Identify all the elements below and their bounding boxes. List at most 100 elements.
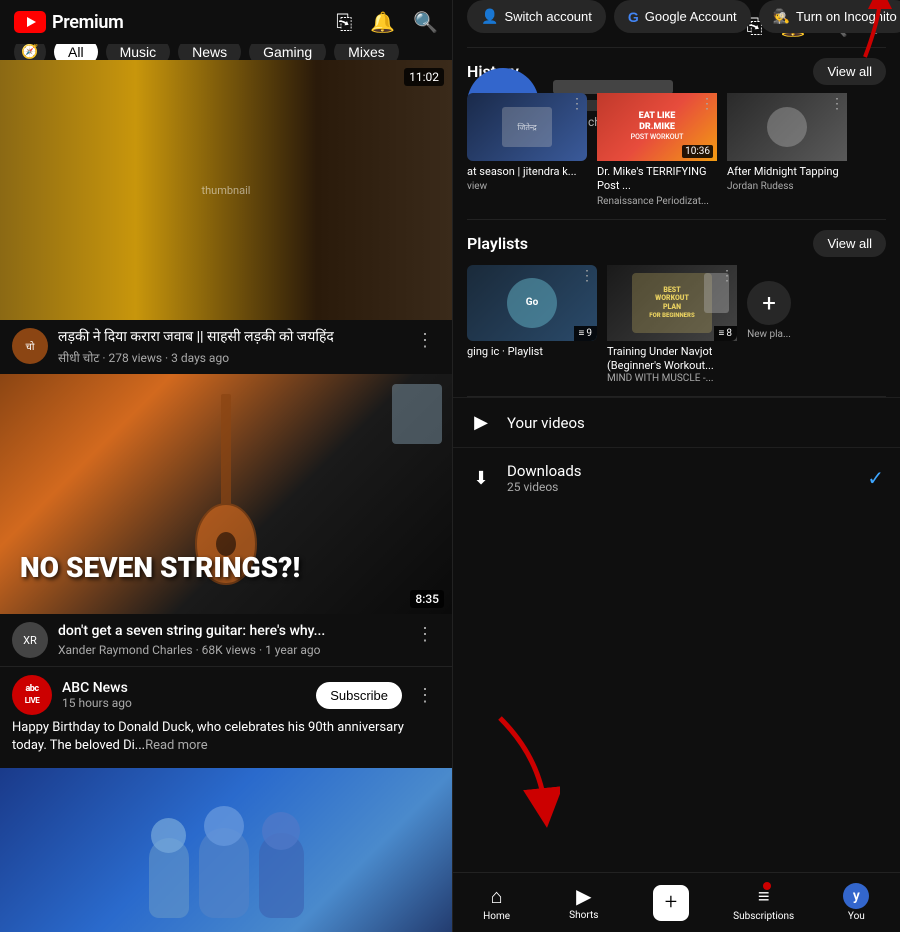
video-item-1: thumbnail 11:02 चो लड़की ने दिया करारा ज…: [0, 60, 452, 374]
history-row: जितेन्द्र at season | jitendra k... view…: [453, 93, 900, 219]
playlists-row: Go ≡9 ging ic · Playlist ⋮ BESTWORKOUTPL…: [453, 265, 900, 397]
history-thumb-2: EAT LIKEDr.MikePoST WORKOUT 10:36: [597, 93, 717, 161]
add-playlist-button[interactable]: +: [747, 281, 791, 325]
profile-name-bar: [553, 80, 673, 94]
google-icon: G: [628, 9, 639, 25]
history-more-2[interactable]: ⋮: [700, 96, 714, 112]
nav-shorts-right[interactable]: ▶ Shorts: [559, 884, 609, 921]
new-playlist-label: New pla...: [747, 329, 791, 340]
add-button-right[interactable]: +: [653, 885, 689, 921]
guitar-text-overlay: NO SEVEN STRINGS?!: [20, 553, 300, 584]
disney-thumb: [0, 768, 452, 932]
news-more[interactable]: ⋮: [410, 683, 440, 708]
your-videos-icon: ▶: [469, 412, 493, 433]
history-thumb-1: जितेन्द्र: [467, 93, 587, 161]
video2-title: don't get a seven string guitar: here's …: [58, 622, 400, 640]
video2-meta: Xander Raymond Charles · 68K views · 1 y…: [58, 643, 400, 657]
right-panel: ⎘ 🔔 🔍 ⚙ y · View channel >: [452, 0, 900, 932]
donald-duck-thumbnail[interactable]: [0, 768, 452, 932]
playlist1-more[interactable]: ⋮: [580, 268, 594, 284]
abc-news-avatar: abc LIVE: [12, 675, 52, 715]
your-videos-label: Your videos: [507, 414, 585, 432]
playlist2-sub: MIND WITH MUSCLE -...: [607, 373, 737, 384]
nav-subs-label-right: Subscriptions: [733, 911, 794, 922]
playlists-title: Playlists: [467, 234, 528, 253]
guitar-thumb: NO SEVEN STRINGS?! 8:35: [0, 374, 452, 614]
news-channel-info: abc LIVE ABC News 15 hours ago: [12, 675, 132, 715]
donald-duck-video: [0, 768, 452, 932]
playlist2-more[interactable]: ⋮: [720, 268, 734, 284]
playlist-item-2[interactable]: BESTWORKOUTPLANFOR BEGINNERS ≡8 Training…: [607, 265, 737, 385]
history-title-1: at season | jitendra k...: [467, 165, 587, 179]
history-sub-1: view: [467, 181, 587, 192]
news-channel-row: abc LIVE ABC News 15 hours ago Subscribe…: [12, 675, 440, 715]
downloads-icon: ⬇: [469, 468, 493, 489]
playlist-thumb-2: BESTWORKOUTPLANFOR BEGINNERS ≡8: [607, 265, 737, 341]
subscribe-button[interactable]: Subscribe: [316, 682, 402, 709]
live-badge: LIVE: [22, 695, 42, 706]
downloads-sub: 25 videos: [507, 480, 582, 494]
news-section: abc LIVE ABC News 15 hours ago Subscribe…: [0, 666, 452, 767]
explore-chip-icon[interactable]: 🧭: [14, 44, 46, 60]
history-more-3[interactable]: ⋮: [830, 96, 844, 112]
downloads-text: Downloads 25 videos: [507, 462, 582, 494]
read-more[interactable]: Read more: [145, 738, 208, 753]
home-icon-right: ⌂: [491, 884, 503, 909]
video2-duration: 8:35: [410, 590, 444, 608]
video2-text: don't get a seven string guitar: here's …: [58, 622, 400, 657]
switch-account-button[interactable]: 👤 Switch account: [467, 0, 606, 33]
playlist2-title: Training Under Navjot (Beginner's Workou…: [607, 345, 737, 374]
video1-info: चो लड़की ने दिया करारा जवाब || साहसी लड़…: [0, 320, 452, 374]
video1-thumbnail[interactable]: thumbnail 11:02: [0, 60, 452, 320]
downloads-check: ✓: [867, 466, 884, 490]
playlist-item-1[interactable]: Go ≡9 ging ic · Playlist ⋮: [467, 265, 597, 359]
nav-home-label-right: Home: [483, 911, 510, 922]
video1-more[interactable]: ⋮: [410, 328, 440, 353]
chip-news[interactable]: News: [178, 44, 241, 60]
google-account-button[interactable]: G Google Account: [614, 0, 751, 33]
history-sub-3: Jordan Rudess: [727, 181, 847, 192]
bottom-red-arrow: [480, 708, 560, 832]
playlist1-title: ging ic · Playlist: [467, 345, 597, 359]
cast-icon[interactable]: ⎘: [336, 10, 352, 34]
nav-subscriptions-right[interactable]: ≡ Subscriptions: [733, 884, 794, 922]
nav-you-right[interactable]: y You: [831, 883, 881, 922]
right-bottom-nav: ⌂ Home ▶ Shorts + ≡ Subscriptions y You: [453, 872, 900, 932]
abc-news-name: ABC News: [62, 680, 132, 696]
video1-title: लड़की ने दिया करारा जवाब || साहसी लड़की …: [58, 328, 400, 346]
switch-account-icon: 👤: [481, 8, 498, 25]
incognito-icon: 🕵: [773, 8, 790, 25]
history-title-2: Dr. Mike's TERRIFYING Post ...: [597, 165, 717, 194]
notification-icon[interactable]: 🔔: [370, 10, 395, 34]
nav-you-label-right: You: [848, 911, 865, 922]
downloads-item[interactable]: ⬇ Downloads 25 videos ✓: [453, 447, 900, 508]
video2-info: XR don't get a seven string guitar: here…: [0, 614, 452, 666]
chip-all[interactable]: All: [54, 44, 98, 60]
history-item-3[interactable]: After Midnight Tapping Jordan Rudess ⋮: [727, 93, 847, 207]
video-item-2: NO SEVEN STRINGS?! 8:35 XR don't get a s…: [0, 374, 452, 666]
downloads-label: Downloads: [507, 462, 582, 480]
nav-home-right[interactable]: ⌂ Home: [472, 884, 522, 922]
video2-more[interactable]: ⋮: [410, 622, 440, 647]
history-item-2[interactable]: EAT LIKEDr.MikePoST WORKOUT 10:36 Dr. Mi…: [597, 93, 717, 207]
chip-music[interactable]: Music: [106, 44, 171, 60]
video1-text: लड़की ने दिया करारा जवाब || साहसी लड़की …: [58, 328, 400, 366]
video1-avatar: चो: [12, 328, 48, 364]
chip-mixes[interactable]: Mixes: [334, 44, 399, 60]
search-icon[interactable]: 🔍: [413, 10, 438, 34]
chip-gaming[interactable]: Gaming: [249, 44, 326, 60]
history-more-1[interactable]: ⋮: [570, 96, 584, 112]
logo-area: Premium: [14, 11, 123, 33]
history-thumb-3: [727, 93, 847, 161]
playlists-view-all[interactable]: View all: [813, 230, 886, 257]
filter-chips: 🧭 All Music News Gaming Mixes: [0, 44, 452, 60]
video1-meta: सीधी चोट · 278 views · 3 days ago: [58, 349, 400, 366]
video2-thumbnail[interactable]: NO SEVEN STRINGS?! 8:35: [0, 374, 452, 614]
account-actions: 👤 Switch account G Google Account 🕵 Turn…: [453, 0, 900, 47]
nav-add-right[interactable]: +: [646, 885, 696, 921]
you-avatar-right: y: [843, 883, 869, 909]
your-videos-item[interactable]: ▶ Your videos: [453, 397, 900, 447]
history-item-1[interactable]: जितेन्द्र at season | jitendra k... view…: [467, 93, 587, 207]
history-duration-2: 10:36: [682, 145, 713, 158]
left-header: Premium ⎘ 🔔 🔍: [0, 0, 452, 44]
